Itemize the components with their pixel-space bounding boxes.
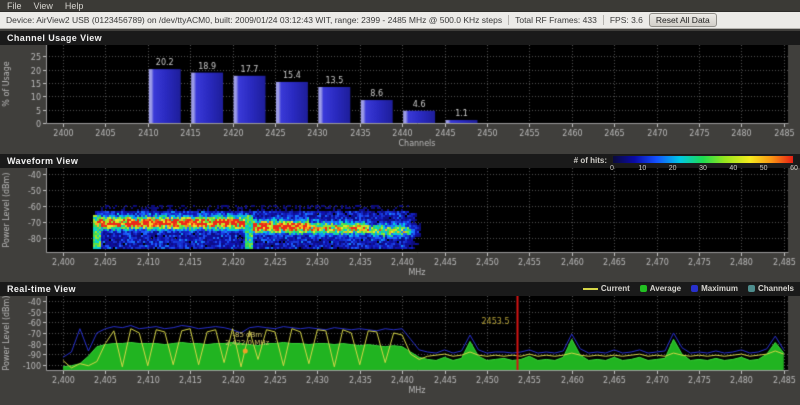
menu-item-view[interactable]: View [30, 1, 61, 11]
channel-usage-body [0, 45, 800, 152]
status-bar: Device: AirView2 USB (0123456789) on /de… [0, 12, 800, 29]
panel-realtime: Real-time View CurrentAverageMaximumChan… [0, 282, 800, 405]
channel-usage-chart[interactable] [0, 45, 800, 152]
hits-colorbar: # of hits: 0102030405060 [574, 155, 794, 173]
legend-swatch-average [640, 285, 647, 292]
realtime-legend: Current Average Maximum Channels [583, 284, 794, 293]
hits-colorbar-scale: 0102030405060 [612, 155, 794, 173]
legend-label: Current [601, 284, 630, 293]
statusbar-divider [508, 15, 509, 25]
legend-label: Average [650, 284, 681, 293]
statusbar-divider [603, 15, 604, 25]
realtime-chart[interactable] [0, 296, 800, 405]
channel-usage-title: Channel Usage View [0, 31, 800, 45]
hits-colorbar-tick: 10 [638, 165, 646, 172]
legend-label: Channels [758, 284, 794, 293]
hits-colorbar-gradient [612, 155, 794, 164]
menu-item-file[interactable]: File [3, 1, 30, 11]
reset-all-data-button[interactable]: Reset All Data [649, 13, 717, 27]
device-info: Device: AirView2 USB (0123456789) on /de… [6, 15, 502, 25]
hits-colorbar-tick: 30 [699, 165, 707, 172]
hits-colorbar-tick: 50 [760, 165, 768, 172]
panel-channel-usage: Channel Usage View [0, 31, 800, 152]
menu-bar: File View Help [0, 0, 800, 12]
legend-swatch-current [583, 288, 598, 290]
hits-colorbar-tick: 40 [729, 165, 737, 172]
legend-swatch-maximum [691, 285, 698, 292]
legend-swatch-channels [748, 285, 755, 292]
realtime-body [0, 296, 800, 405]
hits-colorbar-tick: 0 [610, 165, 614, 172]
hits-colorbar-tick: 20 [669, 165, 677, 172]
legend-item-maximum: Maximum [691, 284, 738, 293]
hits-colorbar-ticks: 0102030405060 [612, 164, 794, 173]
legend-label: Maximum [701, 284, 738, 293]
waveform-chart[interactable] [0, 168, 800, 280]
app-window: File View Help Device: AirView2 USB (012… [0, 0, 800, 405]
waveform-body [0, 168, 800, 280]
legend-item-average: Average [640, 284, 681, 293]
legend-item-channels: Channels [748, 284, 794, 293]
menu-item-help[interactable]: Help [61, 1, 92, 11]
hits-colorbar-label: # of hits: [574, 155, 607, 165]
legend-item-current: Current [583, 284, 630, 293]
total-rf-frames: Total RF Frames: 433 [515, 15, 597, 25]
fps-value: FPS: 3.6 [610, 15, 643, 25]
hits-colorbar-tick: 60 [790, 165, 798, 172]
panel-waveform: Waveform View # of hits: 0102030405060 [0, 154, 800, 280]
